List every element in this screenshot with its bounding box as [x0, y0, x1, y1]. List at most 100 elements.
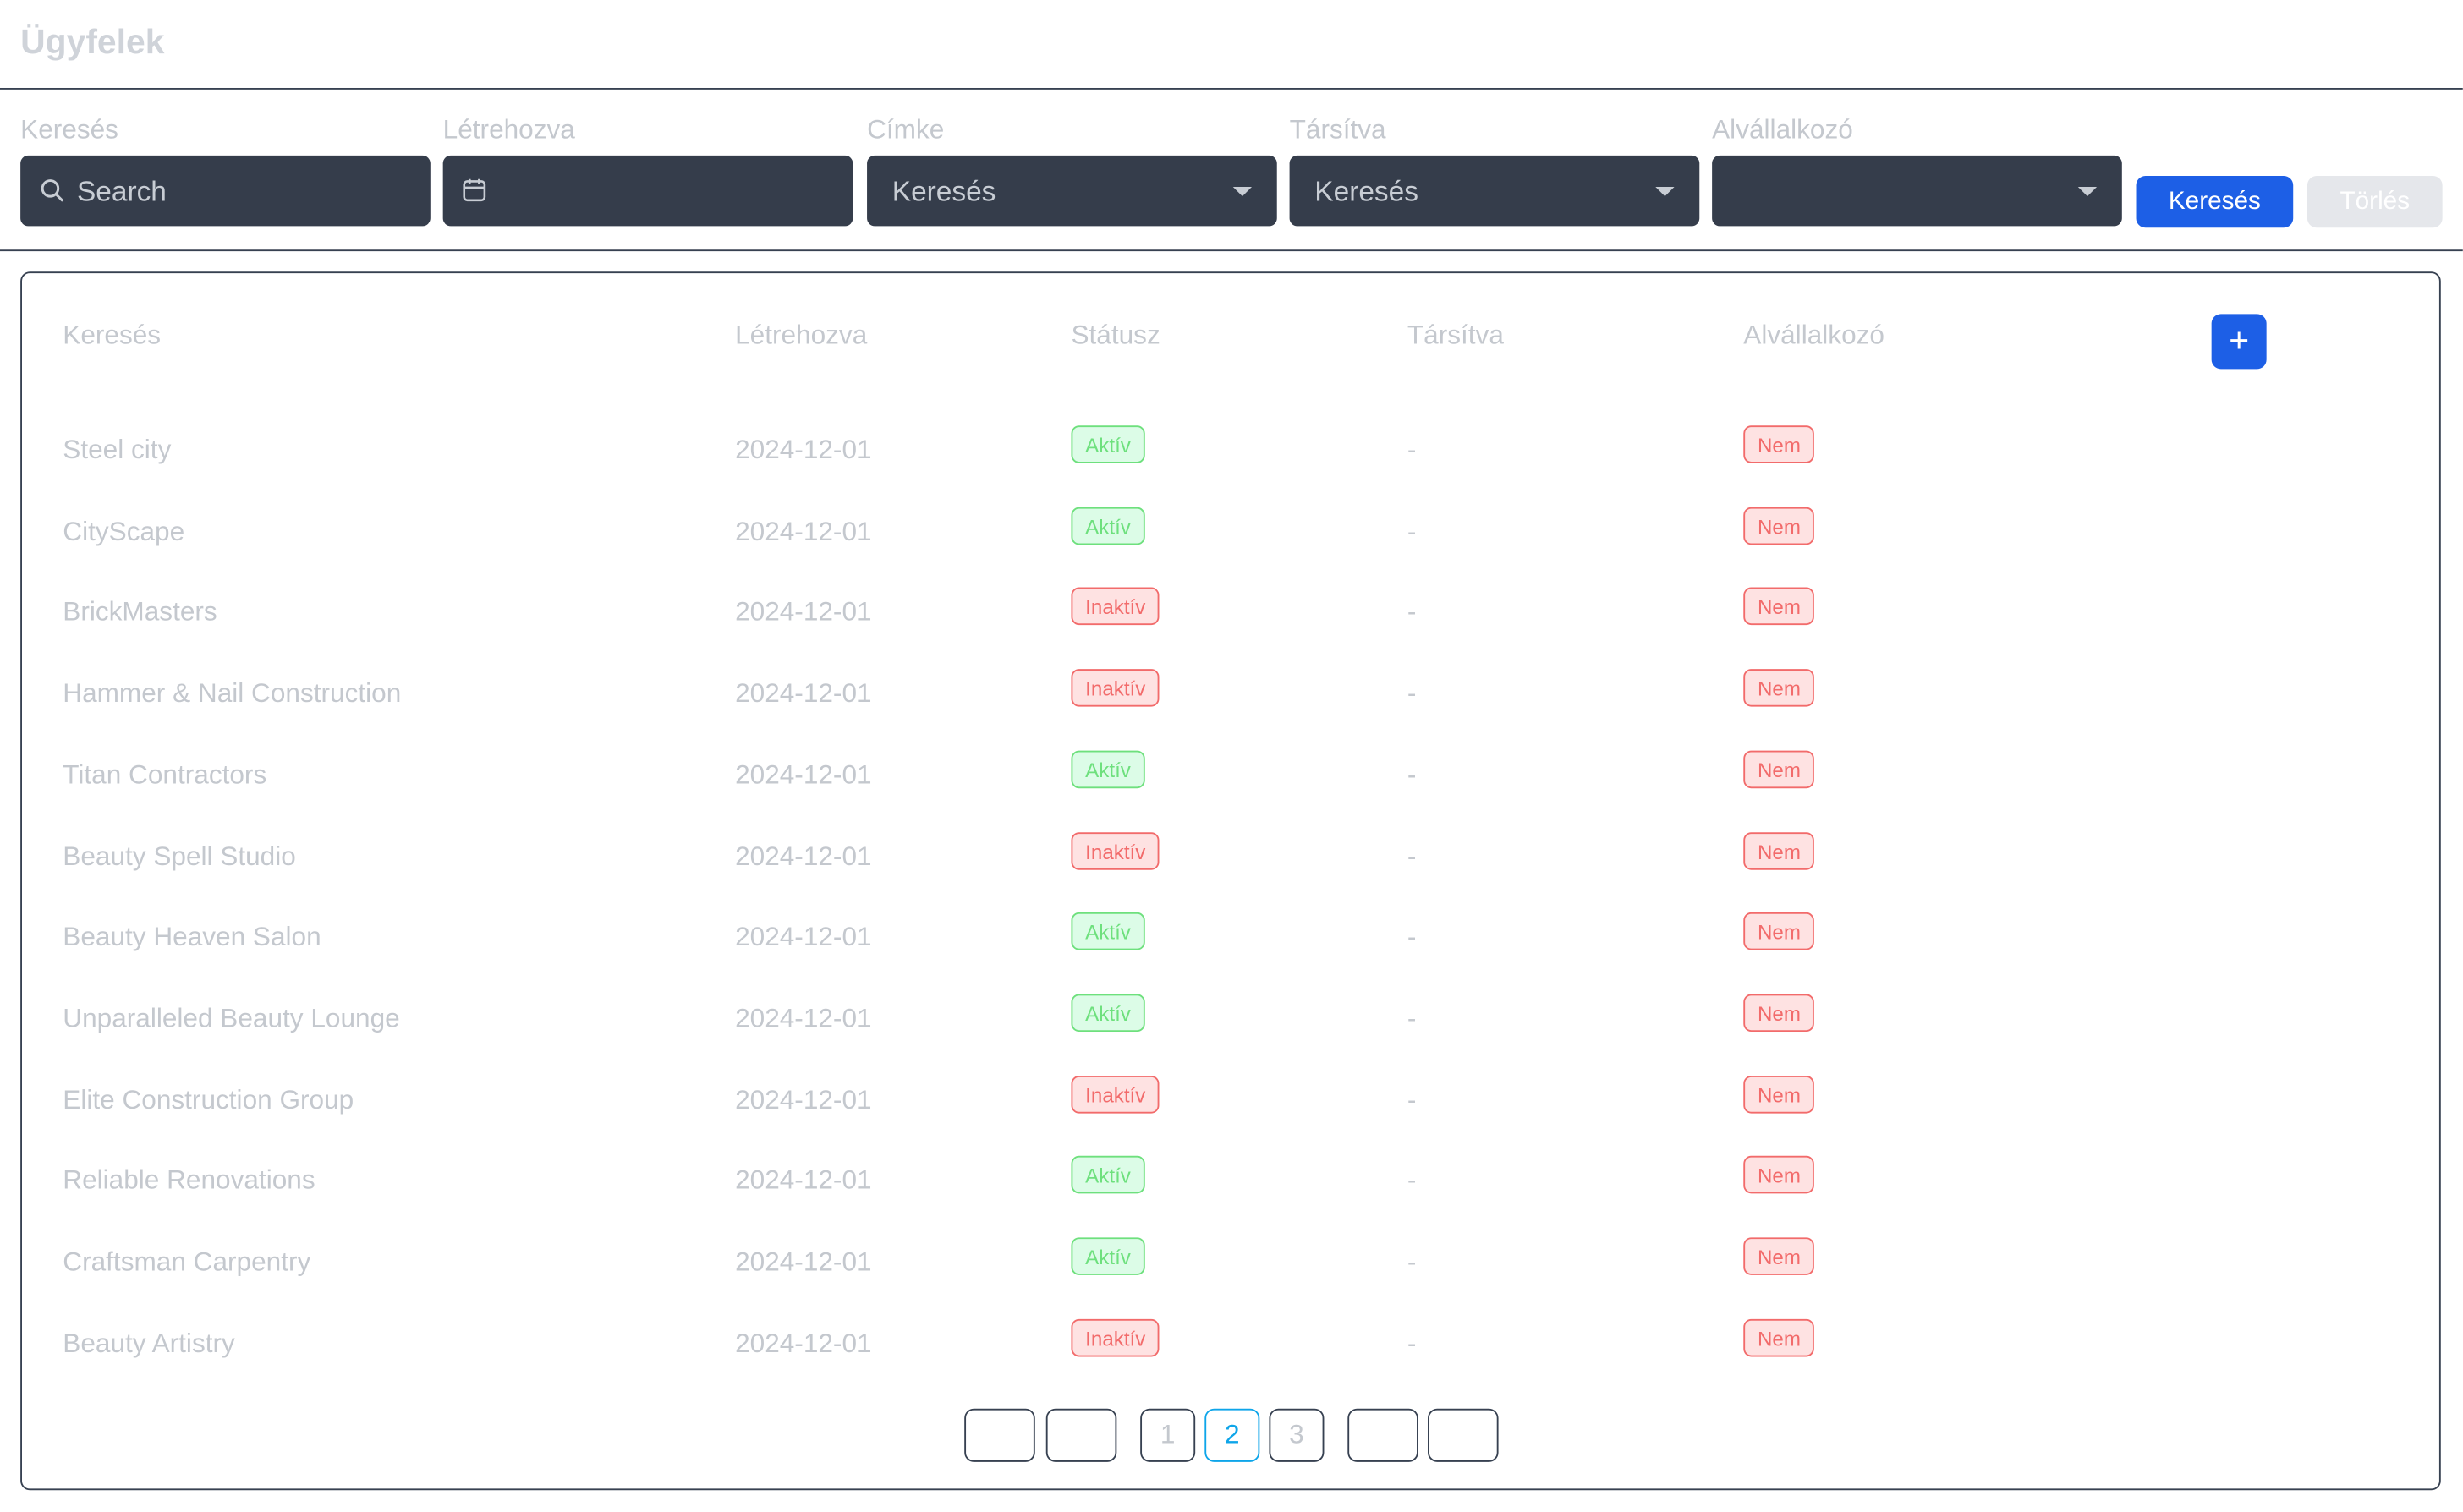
- status-badge: Inaktív: [1071, 1318, 1160, 1356]
- search-button[interactable]: Keresés: [2136, 175, 2294, 228]
- tag-select[interactable]: Keresés: [867, 155, 1277, 227]
- associated-select-value: Keresés: [1314, 175, 1418, 208]
- created-filter: Létrehozva: [442, 115, 853, 227]
- table-row[interactable]: Hammer & Nail Construction 2024-12-01 Inak…: [22, 665, 2441, 727]
- table-row[interactable]: Titan Contractors 2024-12-01 Aktív - Nem: [22, 746, 2441, 808]
- subcontractor-badge: Nem: [1743, 425, 1815, 463]
- subcontractor-filter: Alvállalkozó: [1712, 115, 2122, 227]
- customer-name[interactable]: BrickMasters: [63, 597, 217, 628]
- customer-name[interactable]: Hammer & Nail Construction: [63, 678, 401, 709]
- subcontractor-badge: Nem: [1743, 1318, 1815, 1356]
- associated-filter-label: Társítva: [1289, 114, 1386, 145]
- clear-button[interactable]: Törlés: [2307, 175, 2443, 228]
- created-date: 2024-12-01: [735, 435, 872, 465]
- search-filter-label: Keresés: [20, 114, 118, 145]
- associated-select[interactable]: Keresés: [1289, 155, 1700, 227]
- search-filter: Keresés Search: [20, 115, 431, 227]
- plus-icon: +: [2229, 320, 2250, 360]
- tag-filter-label: Címke: [867, 114, 945, 145]
- associated-filter: Társítva Keresés: [1289, 114, 1700, 227]
- associated-value: -: [1407, 759, 1417, 790]
- associated-value: -: [1407, 841, 1417, 871]
- search-icon: [39, 178, 64, 211]
- subcontractor-badge: Nem: [1743, 588, 1815, 626]
- created-date: 2024-12-01: [735, 1165, 872, 1196]
- subcontractor-badge: Nem: [1743, 1156, 1815, 1194]
- customer-name[interactable]: Beauty Artistry: [63, 1328, 235, 1359]
- header: Ügyfelek: [0, 0, 2463, 90]
- column-header-created: Létrehozva: [735, 320, 868, 351]
- customer-name[interactable]: Steel city: [63, 435, 171, 466]
- tag-filter: Címke Keresés: [867, 115, 1277, 227]
- created-date: 2024-12-01: [735, 759, 872, 790]
- customer-name[interactable]: Titan Contractors: [63, 759, 266, 791]
- associated-value: -: [1407, 1084, 1417, 1115]
- column-header-associated: Társítva: [1407, 320, 1504, 351]
- associated-value: -: [1407, 678, 1417, 709]
- customer-name[interactable]: Unparalleled Beauty Lounge: [63, 1003, 399, 1034]
- page-button-1[interactable]: 1: [1140, 1408, 1196, 1462]
- status-badge: Aktív: [1071, 912, 1145, 950]
- table-row[interactable]: Beauty Spell Studio 2024-12-01 Inaktív - Nem: [22, 827, 2441, 890]
- chevron-down-icon: [1655, 186, 1675, 197]
- created-date: 2024-12-01: [735, 678, 872, 709]
- first-page-button[interactable]: [964, 1408, 1035, 1462]
- created-date: 2024-12-01: [735, 516, 872, 546]
- search-placeholder: Search: [76, 175, 167, 208]
- table-row[interactable]: Beauty Artistry 2024-12-01 Inaktív - Nem: [22, 1314, 2441, 1377]
- table-row[interactable]: Steel city 2024-12-01 Aktív - Nem: [22, 421, 2441, 484]
- subcontractor-badge: Nem: [1743, 831, 1815, 869]
- page-button-2[interactable]: 2: [1204, 1408, 1260, 1462]
- created-date: 2024-12-01: [735, 1328, 872, 1358]
- table-row[interactable]: CityScape 2024-12-01 Aktív - Nem: [22, 502, 2441, 565]
- status-badge: Inaktív: [1071, 1075, 1160, 1113]
- subcontractor-badge: Nem: [1743, 507, 1815, 545]
- subcontractor-badge: Nem: [1743, 669, 1815, 707]
- created-date: 2024-12-01: [735, 597, 872, 627]
- column-header-name: Keresés: [63, 320, 162, 351]
- table-row[interactable]: Unparalleled Beauty Lounge 2024-12-01 Aktí…: [22, 989, 2441, 1052]
- status-badge: Aktív: [1071, 1237, 1145, 1275]
- page: Ügyfelek Keresés Search Létrehozva Címke: [0, 0, 2463, 1512]
- associated-value: -: [1407, 435, 1417, 465]
- table-row[interactable]: BrickMasters 2024-12-01 Inaktív - Nem: [22, 583, 2441, 646]
- next-page-button[interactable]: [1347, 1408, 1418, 1462]
- associated-value: -: [1407, 516, 1417, 546]
- date-picker-input[interactable]: [442, 155, 853, 227]
- search-input[interactable]: Search: [20, 155, 431, 227]
- subcontractor-badge: Nem: [1743, 912, 1815, 950]
- page-title: Ügyfelek: [20, 21, 165, 62]
- status-badge: Inaktív: [1071, 669, 1160, 707]
- column-header-status: Státusz: [1071, 320, 1160, 351]
- prev-page-button[interactable]: [1045, 1408, 1117, 1462]
- status-badge: Aktív: [1071, 1156, 1145, 1194]
- customer-name[interactable]: Reliable Renovations: [63, 1165, 315, 1197]
- last-page-button[interactable]: [1428, 1408, 1499, 1462]
- table-row[interactable]: Reliable Renovations 2024-12-01 Aktív - Nem: [22, 1152, 2441, 1214]
- associated-value: -: [1407, 922, 1417, 952]
- created-date: 2024-12-01: [735, 841, 872, 871]
- created-date: 2024-12-01: [735, 922, 872, 952]
- associated-value: -: [1407, 1328, 1417, 1358]
- associated-value: -: [1407, 1003, 1417, 1033]
- customer-name[interactable]: Elite Construction Group: [63, 1084, 354, 1115]
- calendar-icon: [462, 178, 487, 211]
- customer-name[interactable]: CityScape: [63, 516, 184, 547]
- customer-name[interactable]: Beauty Spell Studio: [63, 841, 296, 872]
- column-header-subcontractor: Alvállalkozó: [1743, 320, 1884, 351]
- subcontractor-select[interactable]: [1712, 155, 2122, 227]
- table-row[interactable]: Elite Construction Group 2024-12-01 Inaktí…: [22, 1071, 2441, 1133]
- table-row[interactable]: Craftsman Carpentry 2024-12-01 Aktív - Nem: [22, 1233, 2441, 1296]
- table-row[interactable]: Beauty Heaven Salon 2024-12-01 Aktív - Nem: [22, 908, 2441, 971]
- status-badge: Aktív: [1071, 425, 1145, 463]
- page-button-3[interactable]: 3: [1269, 1408, 1325, 1462]
- subcontractor-badge: Nem: [1743, 1075, 1815, 1113]
- subcontractor-badge: Nem: [1743, 1237, 1815, 1275]
- customer-name[interactable]: Beauty Heaven Salon: [63, 922, 321, 953]
- status-badge: Inaktív: [1071, 588, 1160, 626]
- chevron-down-icon: [2077, 186, 2098, 197]
- subcontractor-badge: Nem: [1743, 994, 1815, 1032]
- customer-name[interactable]: Craftsman Carpentry: [63, 1246, 310, 1278]
- pagination: 1 2 3: [22, 1408, 2441, 1462]
- add-customer-button[interactable]: +: [2211, 314, 2267, 370]
